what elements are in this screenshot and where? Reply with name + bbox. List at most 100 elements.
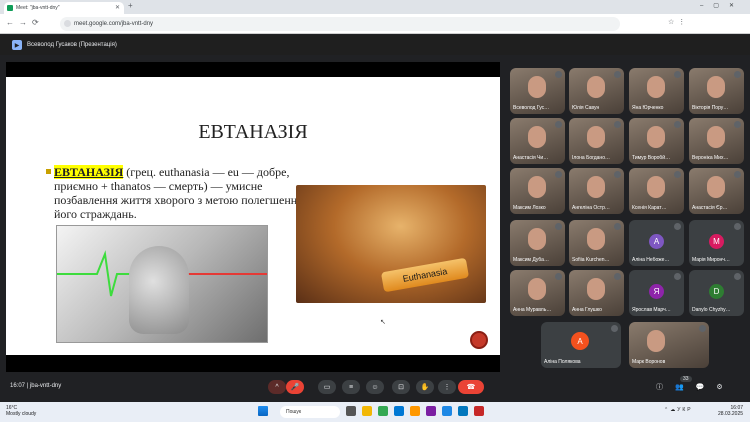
participant-video (707, 76, 725, 98)
participant-tile[interactable]: Вероніка Мих… (689, 118, 744, 164)
toolbar-icons[interactable]: ☆⋮ (668, 18, 689, 26)
participant-tile[interactable]: Яна Юрченко (629, 68, 684, 114)
camera-button[interactable]: ▭ (318, 380, 336, 394)
participant-tile[interactable]: Марк Воронов (629, 322, 709, 368)
participant-tile[interactable]: Тимур Воробй… (629, 118, 684, 164)
participant-name: Вікторія Пору… (692, 105, 729, 111)
participant-tile[interactable]: Анастасія Чи… (510, 118, 565, 164)
weather-desc: Mostly cloudy (6, 411, 37, 417)
mouse-cursor-icon: ↖ (380, 319, 386, 326)
participant-name: Анна Муравль… (513, 307, 552, 313)
participant-tile[interactable]: Всеволод Гус… (510, 68, 565, 114)
participant-tile[interactable]: Анастасія Єр… (689, 168, 744, 214)
mic-muted-icon (734, 171, 741, 178)
system-clock[interactable]: 16:07 28.03.2025 (718, 405, 743, 417)
folder-icon[interactable] (410, 406, 420, 416)
participant-name: Анастасія Єр… (692, 205, 728, 211)
weather-widget[interactable]: 16°C Mostly cloudy (6, 405, 36, 417)
participant-tile[interactable]: Вікторія Пору… (689, 68, 744, 114)
mic-muted-icon (699, 325, 706, 332)
window-controls[interactable]: –▢✕ (700, 2, 744, 9)
raise-hand-button[interactable]: ✋ (416, 380, 434, 394)
mic-muted-icon (614, 121, 621, 128)
site-info-icon[interactable] (64, 20, 71, 27)
mic-muted-icon (614, 223, 621, 230)
meeting-time-code: 16:07 | jba-vntt-dny (10, 383, 62, 389)
meeting-code: jba-vntt-dny (29, 383, 62, 389)
participant-tile[interactable]: Sofiia Kurchen… (569, 220, 624, 266)
participant-name: Яна Юрченко (632, 105, 664, 111)
participant-tile[interactable]: Максим Лозко (510, 168, 565, 214)
address-bar[interactable]: meet.google.com/jba-vntt-dny (60, 17, 620, 31)
stethoscope-image: Euthanasia (296, 185, 486, 303)
participant-name: Максим Дуба… (513, 257, 549, 263)
participant-name: Вероніка Мих… (692, 155, 729, 161)
file-explorer-icon[interactable] (362, 406, 372, 416)
mic-muted-icon (555, 171, 562, 178)
participant-tile[interactable]: Анна Муравль… (510, 270, 565, 316)
mic-muted-icon (614, 171, 621, 178)
avatar: А (649, 234, 664, 249)
participant-name: Анна Глушко (572, 307, 602, 313)
app-icon[interactable] (442, 406, 452, 416)
participant-tile[interactable]: А Аліна Полякова (541, 322, 621, 368)
participant-tile[interactable]: Анна Глушко (569, 270, 624, 316)
participant-tile[interactable]: Я Ярослав Марч… (629, 270, 684, 316)
more-options-button[interactable]: ⋮ (438, 380, 456, 394)
mic-muted-icon (734, 223, 741, 230)
edge-icon[interactable] (394, 406, 404, 416)
participant-tile[interactable]: Юлія Савун (569, 68, 624, 114)
participant-tile[interactable]: М Марія Миронч… (689, 220, 744, 266)
mic-muted-icon (734, 273, 741, 280)
task-view-icon[interactable] (346, 406, 356, 416)
bullet-marker-icon (46, 169, 51, 174)
tab-title: Meet: "jba-vntt-dny" (16, 5, 60, 11)
taskbar-search[interactable]: Пошук (280, 406, 340, 418)
participant-tile[interactable]: Ілона Богдано… (569, 118, 624, 164)
participant-tile[interactable]: Ксенія Карат… (629, 168, 684, 214)
present-button[interactable]: ⊡ (392, 380, 410, 394)
slide: ЕВТАНАЗІЯ ЕВТАНАЗІЯ (грец. euthanasia — … (6, 77, 500, 355)
powerpoint-icon[interactable] (474, 406, 484, 416)
browser-tab[interactable]: Meet: "jba-vntt-dny" ✕ (4, 2, 124, 14)
system-date: 28.03.2025 (718, 411, 744, 417)
close-tab-icon[interactable]: ✕ (115, 4, 120, 11)
mic-muted-icon (734, 71, 741, 78)
participant-name: Ангеліна Остр… (572, 205, 610, 211)
chrome-icon[interactable] (378, 406, 388, 416)
participant-tile[interactable]: А Аліна Небоже… (629, 220, 684, 266)
participant-tile[interactable]: Максим Дуба… (510, 220, 565, 266)
participant-tile[interactable]: Ангеліна Остр… (569, 168, 624, 214)
hand-heartbeat-image (56, 225, 268, 343)
end-call-button[interactable]: ☎ (458, 380, 484, 394)
meeting-side-icons[interactable]: ⓘ👥💬⚙ (656, 382, 735, 392)
participant-video (587, 76, 605, 98)
mic-muted-icon (674, 121, 681, 128)
participant-video (587, 278, 605, 300)
mic-options-button[interactable]: ^ (268, 380, 286, 394)
system-tray[interactable]: ⌃☁УКР (664, 407, 693, 413)
participant-tile[interactable]: D Danylo Chyzhy… (689, 270, 744, 316)
mic-muted-icon (555, 71, 562, 78)
emoji-button[interactable]: ☺ (366, 380, 384, 394)
participant-name: Всеволод Гус… (513, 105, 550, 111)
hand-image (129, 246, 189, 334)
mic-muted-icon[interactable]: 🎤 (286, 380, 304, 394)
participant-name: Юлія Савун (572, 105, 600, 111)
participant-name: Аліна Небоже… (632, 257, 670, 263)
participant-video (707, 126, 725, 148)
windows-start-icon[interactable] (258, 406, 268, 416)
url-text: meet.google.com/jba-vntt-dny (74, 21, 154, 27)
captions-button[interactable]: ≡ (342, 380, 360, 394)
mic-muted-icon (674, 223, 681, 230)
participant-name: Danylo Chyzhy… (692, 307, 731, 313)
participant-name: Тимур Воробй… (632, 155, 671, 161)
viber-icon[interactable] (426, 406, 436, 416)
slide-term: ЕВТАНАЗІЯ (54, 165, 124, 179)
participant-name: Аліна Полякова (544, 359, 581, 365)
meeting-time: 16:07 (10, 383, 26, 389)
word-icon[interactable] (458, 406, 468, 416)
nav-buttons[interactable]: ←→⟳ (6, 18, 44, 27)
new-tab-icon[interactable]: + (128, 1, 133, 10)
record-button[interactable] (470, 331, 488, 349)
